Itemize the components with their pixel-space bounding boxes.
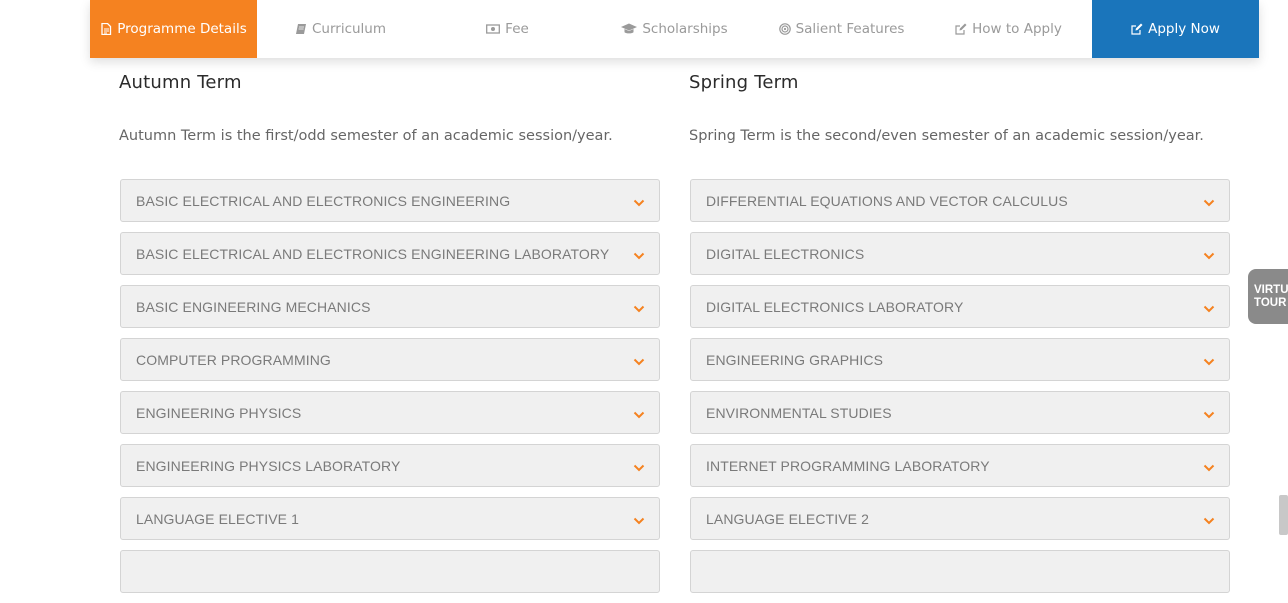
autumn-course-list: BASIC ELECTRICAL AND ELECTRONICS ENGINEE…: [120, 179, 660, 603]
course-title: BASIC ENGINEERING MECHANICS: [136, 298, 371, 315]
tab-programme-details[interactable]: Programme Details: [90, 0, 257, 58]
virtual-tour-label-line1: VIRTUAL: [1254, 283, 1288, 296]
chevron-down-icon: [633, 358, 645, 366]
course-accordion-item[interactable]: ENGINEERING PHYSICS: [120, 391, 660, 434]
chevron-down-icon: [633, 464, 645, 472]
tab-label: Salient Features: [795, 21, 905, 37]
course-title: LANGUAGE ELECTIVE 1: [136, 510, 299, 527]
edit-icon: [955, 23, 967, 35]
chevron-down-icon: [633, 411, 645, 419]
graduation-cap-icon: [621, 23, 638, 35]
course-accordion-item[interactable]: DIFFERENTIAL EQUATIONS AND VECTOR CALCUL…: [690, 179, 1230, 222]
virtual-tour-button[interactable]: VIRTUAL TOUR: [1248, 269, 1288, 324]
course-accordion-item[interactable]: DIGITAL ELECTRONICS LABORATORY: [690, 285, 1230, 328]
book-icon: [295, 23, 307, 35]
course-title: DIGITAL ELECTRONICS LABORATORY: [706, 298, 964, 315]
course-title: ENGINEERING PHYSICS: [136, 404, 302, 421]
course-accordion-item[interactable]: BASIC ELECTRICAL AND ELECTRONICS ENGINEE…: [120, 232, 660, 275]
course-accordion-item[interactable]: INTERNET PROGRAMMING LABORATORY: [690, 444, 1230, 487]
autumn-term-description: Autumn Term is the first/odd semester of…: [119, 128, 613, 144]
chevron-down-icon: [633, 252, 645, 260]
course-title: LANGUAGE ELECTIVE 2: [706, 510, 869, 527]
spring-term-title: Spring Term: [689, 72, 799, 93]
tab-curriculum[interactable]: Curriculum: [257, 0, 424, 58]
course-title: BASIC ELECTRICAL AND ELECTRONICS ENGINEE…: [136, 192, 511, 209]
tab-scholarships[interactable]: Scholarships: [591, 0, 758, 58]
edit-icon: [1131, 23, 1143, 35]
course-accordion-item[interactable]: LANGUAGE ELECTIVE 2: [690, 497, 1230, 540]
virtual-tour-label-line2: TOUR: [1254, 296, 1287, 309]
autumn-term-title: Autumn Term: [119, 72, 242, 93]
course-title: ENGINEERING PHYSICS LABORATORY: [136, 457, 401, 474]
chevron-down-icon: [1203, 358, 1215, 366]
chevron-down-icon: [633, 199, 645, 207]
course-accordion-item[interactable]: DIGITAL ELECTRONICS: [690, 232, 1230, 275]
chevron-down-icon: [1203, 199, 1215, 207]
tab-apply-now[interactable]: Apply Now: [1092, 0, 1259, 58]
course-title: ENVIRONMENTAL STUDIES: [706, 404, 892, 421]
tab-salient-features[interactable]: Salient Features: [758, 0, 925, 58]
course-title: DIGITAL ELECTRONICS: [706, 245, 865, 262]
course-accordion-item[interactable]: ENGINEERING GRAPHICS: [690, 338, 1230, 381]
course-title: COMPUTER PROGRAMMING: [136, 351, 331, 368]
tab-label: Fee: [505, 21, 529, 37]
chevron-down-icon: [1203, 252, 1215, 260]
course-accordion-item[interactable]: [120, 550, 660, 593]
course-accordion-item[interactable]: LANGUAGE ELECTIVE 1: [120, 497, 660, 540]
money-icon: [486, 23, 501, 35]
course-title: ENGINEERING GRAPHICS: [706, 351, 884, 368]
chevron-down-icon: [1203, 305, 1215, 313]
spring-term-description: Spring Term is the second/even semester …: [689, 128, 1204, 144]
tab-fee[interactable]: Fee: [424, 0, 591, 58]
chevron-down-icon: [1203, 517, 1215, 525]
chevron-down-icon: [1203, 411, 1215, 419]
course-accordion-item[interactable]: BASIC ENGINEERING MECHANICS: [120, 285, 660, 328]
document-icon: [100, 23, 112, 35]
course-accordion-item[interactable]: BASIC ELECTRICAL AND ELECTRONICS ENGINEE…: [120, 179, 660, 222]
course-accordion-item[interactable]: [690, 550, 1230, 593]
course-accordion-item[interactable]: ENVIRONMENTAL STUDIES: [690, 391, 1230, 434]
tab-label: Programme Details: [117, 21, 247, 37]
course-accordion-item[interactable]: ENGINEERING PHYSICS LABORATORY: [120, 444, 660, 487]
target-icon: [778, 23, 791, 35]
chevron-down-icon: [1203, 464, 1215, 472]
spring-course-list: DIFFERENTIAL EQUATIONS AND VECTOR CALCUL…: [690, 179, 1230, 603]
tab-label: Curriculum: [311, 21, 387, 37]
course-title: DIFFERENTIAL EQUATIONS AND VECTOR CALCUL…: [706, 192, 1068, 209]
tab-label: How to Apply: [972, 21, 1062, 37]
tab-how-to-apply[interactable]: How to Apply: [925, 0, 1092, 58]
chevron-down-icon: [633, 517, 645, 525]
course-title: BASIC ELECTRICAL AND ELECTRONICS ENGINEE…: [136, 245, 610, 262]
programme-tab-bar: Programme Details Curriculum Fee Scholar…: [90, 0, 1259, 58]
scrollbar-thumb[interactable]: [1279, 495, 1288, 535]
tab-label: Apply Now: [1148, 21, 1220, 37]
tab-label: Scholarships: [642, 21, 728, 37]
chevron-down-icon: [633, 305, 645, 313]
course-title: INTERNET PROGRAMMING LABORATORY: [706, 457, 990, 474]
course-accordion-item[interactable]: COMPUTER PROGRAMMING: [120, 338, 660, 381]
